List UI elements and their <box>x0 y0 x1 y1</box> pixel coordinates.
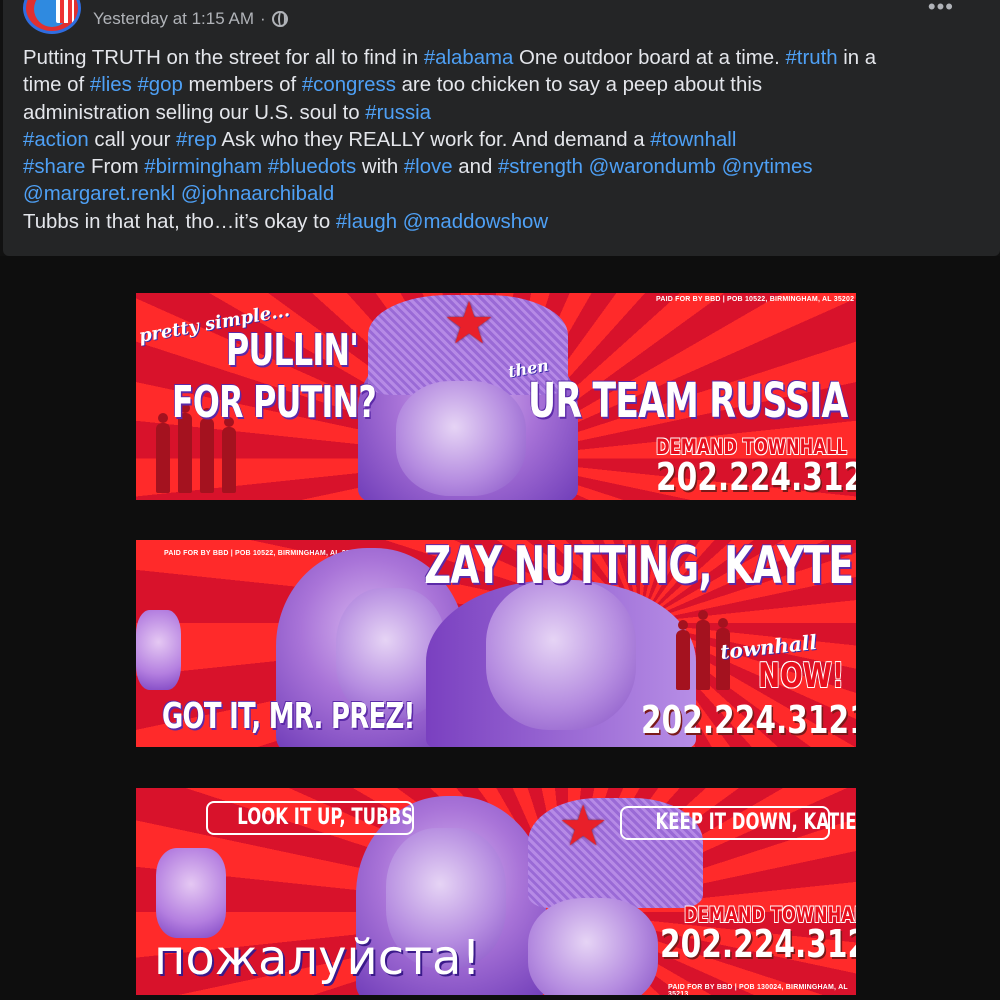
meta-separator: · <box>259 9 266 28</box>
hashtag-link[interactable]: #gop <box>137 74 182 96</box>
billboard-team-russia: PAID FOR BY BBD | POB 10522, BIRMINGHAM,… <box>136 293 856 500</box>
billboard-look-it-up: ★ LOOK IT UP, TUBBS KEEP IT DOWN, KATIE … <box>136 788 856 995</box>
post-card: Yesterday at 1:15 AM · ••• Putting TRUTH… <box>3 0 1000 256</box>
hashtag-link[interactable]: #congress <box>302 74 396 96</box>
post-text-line: @margaret.renkl @johnaarchibald <box>23 181 983 208</box>
page-avatar[interactable] <box>23 0 81 34</box>
mention-link[interactable]: @margaret.renkl <box>23 183 175 205</box>
post-text-segment: with <box>356 156 404 179</box>
post-text-line: #share From #birmingham #bluedots with #… <box>23 154 983 181</box>
globe-icon[interactable] <box>271 11 288 27</box>
mention-link[interactable]: @johnaarchibald <box>181 183 334 205</box>
putin-face <box>486 580 636 730</box>
pullin-text: PULLIN' <box>226 325 359 376</box>
man-face <box>528 898 658 995</box>
post-text-segment: members of <box>182 74 302 97</box>
popcorn-icon <box>56 0 74 23</box>
man-face <box>396 381 526 496</box>
team-russia-text: UR TEAM RUSSIA <box>528 373 848 429</box>
cyrillic-please-text: пожалуйста! <box>154 930 481 986</box>
hashtag-link[interactable]: #share <box>23 156 85 178</box>
hashtag-link[interactable]: #russia <box>365 102 431 124</box>
post-text-segment: Putting TRUTH on the street for all to f… <box>23 47 424 69</box>
hashtag-link[interactable]: #birmingham <box>144 156 262 178</box>
post-timestamp[interactable]: Yesterday at 1:15 AM <box>93 9 254 29</box>
hashtag-link[interactable]: #love <box>404 156 453 178</box>
hashtag-link[interactable]: #truth <box>785 47 837 69</box>
zay-nutting-headline: ZAY NUTTING, KAYTEE... <box>424 540 856 596</box>
facebook-post: Yesterday at 1:15 AM · ••• Putting TRUTH… <box>0 0 1000 1000</box>
now-text: NOW! <box>758 656 845 696</box>
speech-bubble-right: KEEP IT DOWN, KATIE <box>620 806 856 840</box>
post-text-segment: call your <box>88 128 177 151</box>
keep-it-down-text: KEEP IT DOWN, KATIE <box>655 810 857 835</box>
got-it-text: GOT IT, MR. PREZ! <box>162 696 415 737</box>
phone-number: 202.224.3121 <box>660 922 856 966</box>
red-star-icon: ★ <box>558 794 609 857</box>
raised-fist <box>136 610 181 690</box>
red-star-icon: ★ <box>443 293 495 356</box>
post-text-line: #action call your #rep Ask who they REAL… <box>23 127 983 154</box>
paid-for-disclaimer: PAID FOR BY BBD | POB 130024, BIRMINGHAM… <box>668 984 848 995</box>
phone-number: 202.224.3121 <box>641 698 856 742</box>
post-text-segment: in a <box>837 47 877 69</box>
hashtag-link[interactable]: #rep <box>176 129 217 151</box>
phone-number: 202.224.3121 <box>656 455 856 499</box>
post-text-segment: administration selling our U.S. soul to <box>23 101 366 124</box>
post-text-segment: One outdoor board at a time. <box>513 47 786 69</box>
billboard-zay-nutting: PAID FOR BY BBD | POB 10522, BIRMINGHAM,… <box>136 540 856 747</box>
hashtag-link[interactable]: #townhall <box>650 129 736 151</box>
post-text-line: Putting TRUTH on the street for all to f… <box>23 45 983 72</box>
hashtag-link[interactable]: #laugh <box>336 211 397 233</box>
mention-link[interactable]: @warondumb <box>589 156 716 178</box>
post-text: Putting TRUTH on the street for all to f… <box>23 45 983 236</box>
hashtag-link[interactable]: #action <box>23 129 89 151</box>
post-text-segment: Ask who they REALLY work for. And demand… <box>216 128 651 151</box>
hashtag-link[interactable]: #lies <box>90 74 132 96</box>
look-it-up-text: LOOK IT UP, TUBBS <box>237 805 414 830</box>
post-text-segment: are too chicken to say a peep about this <box>395 74 763 97</box>
mention-link[interactable]: @maddowshow <box>403 211 548 233</box>
post-text-line: Tubbs in that hat, tho…it’s okay to #lau… <box>23 209 983 236</box>
post-text-line: administration selling our U.S. soul to … <box>23 100 983 127</box>
post-meta: Yesterday at 1:15 AM · <box>93 8 288 30</box>
post-text-line: time of #lies #gop members of #congress … <box>23 72 983 99</box>
hashtag-link[interactable]: #alabama <box>424 47 514 69</box>
speech-bubble-left: LOOK IT UP, TUBBS <box>206 801 414 835</box>
paid-for-disclaimer: PAID FOR BY BBD | POB 10522, BIRMINGHAM,… <box>656 296 855 303</box>
more-dots-icon[interactable]: ••• <box>928 0 954 20</box>
post-text-segment: Tubbs in that hat, tho…it’s okay to <box>23 210 336 233</box>
hashtag-link[interactable]: #strength <box>498 156 583 178</box>
post-text-segment: and <box>452 156 498 179</box>
mention-link[interactable]: @nytimes <box>722 156 813 178</box>
post-text-segment: time of <box>23 74 90 97</box>
pointing-hand <box>156 848 226 938</box>
post-text-segment: From <box>85 156 145 179</box>
hashtag-link[interactable]: #bluedots <box>268 156 356 178</box>
for-putin-text: FOR PUTIN? <box>172 377 377 428</box>
